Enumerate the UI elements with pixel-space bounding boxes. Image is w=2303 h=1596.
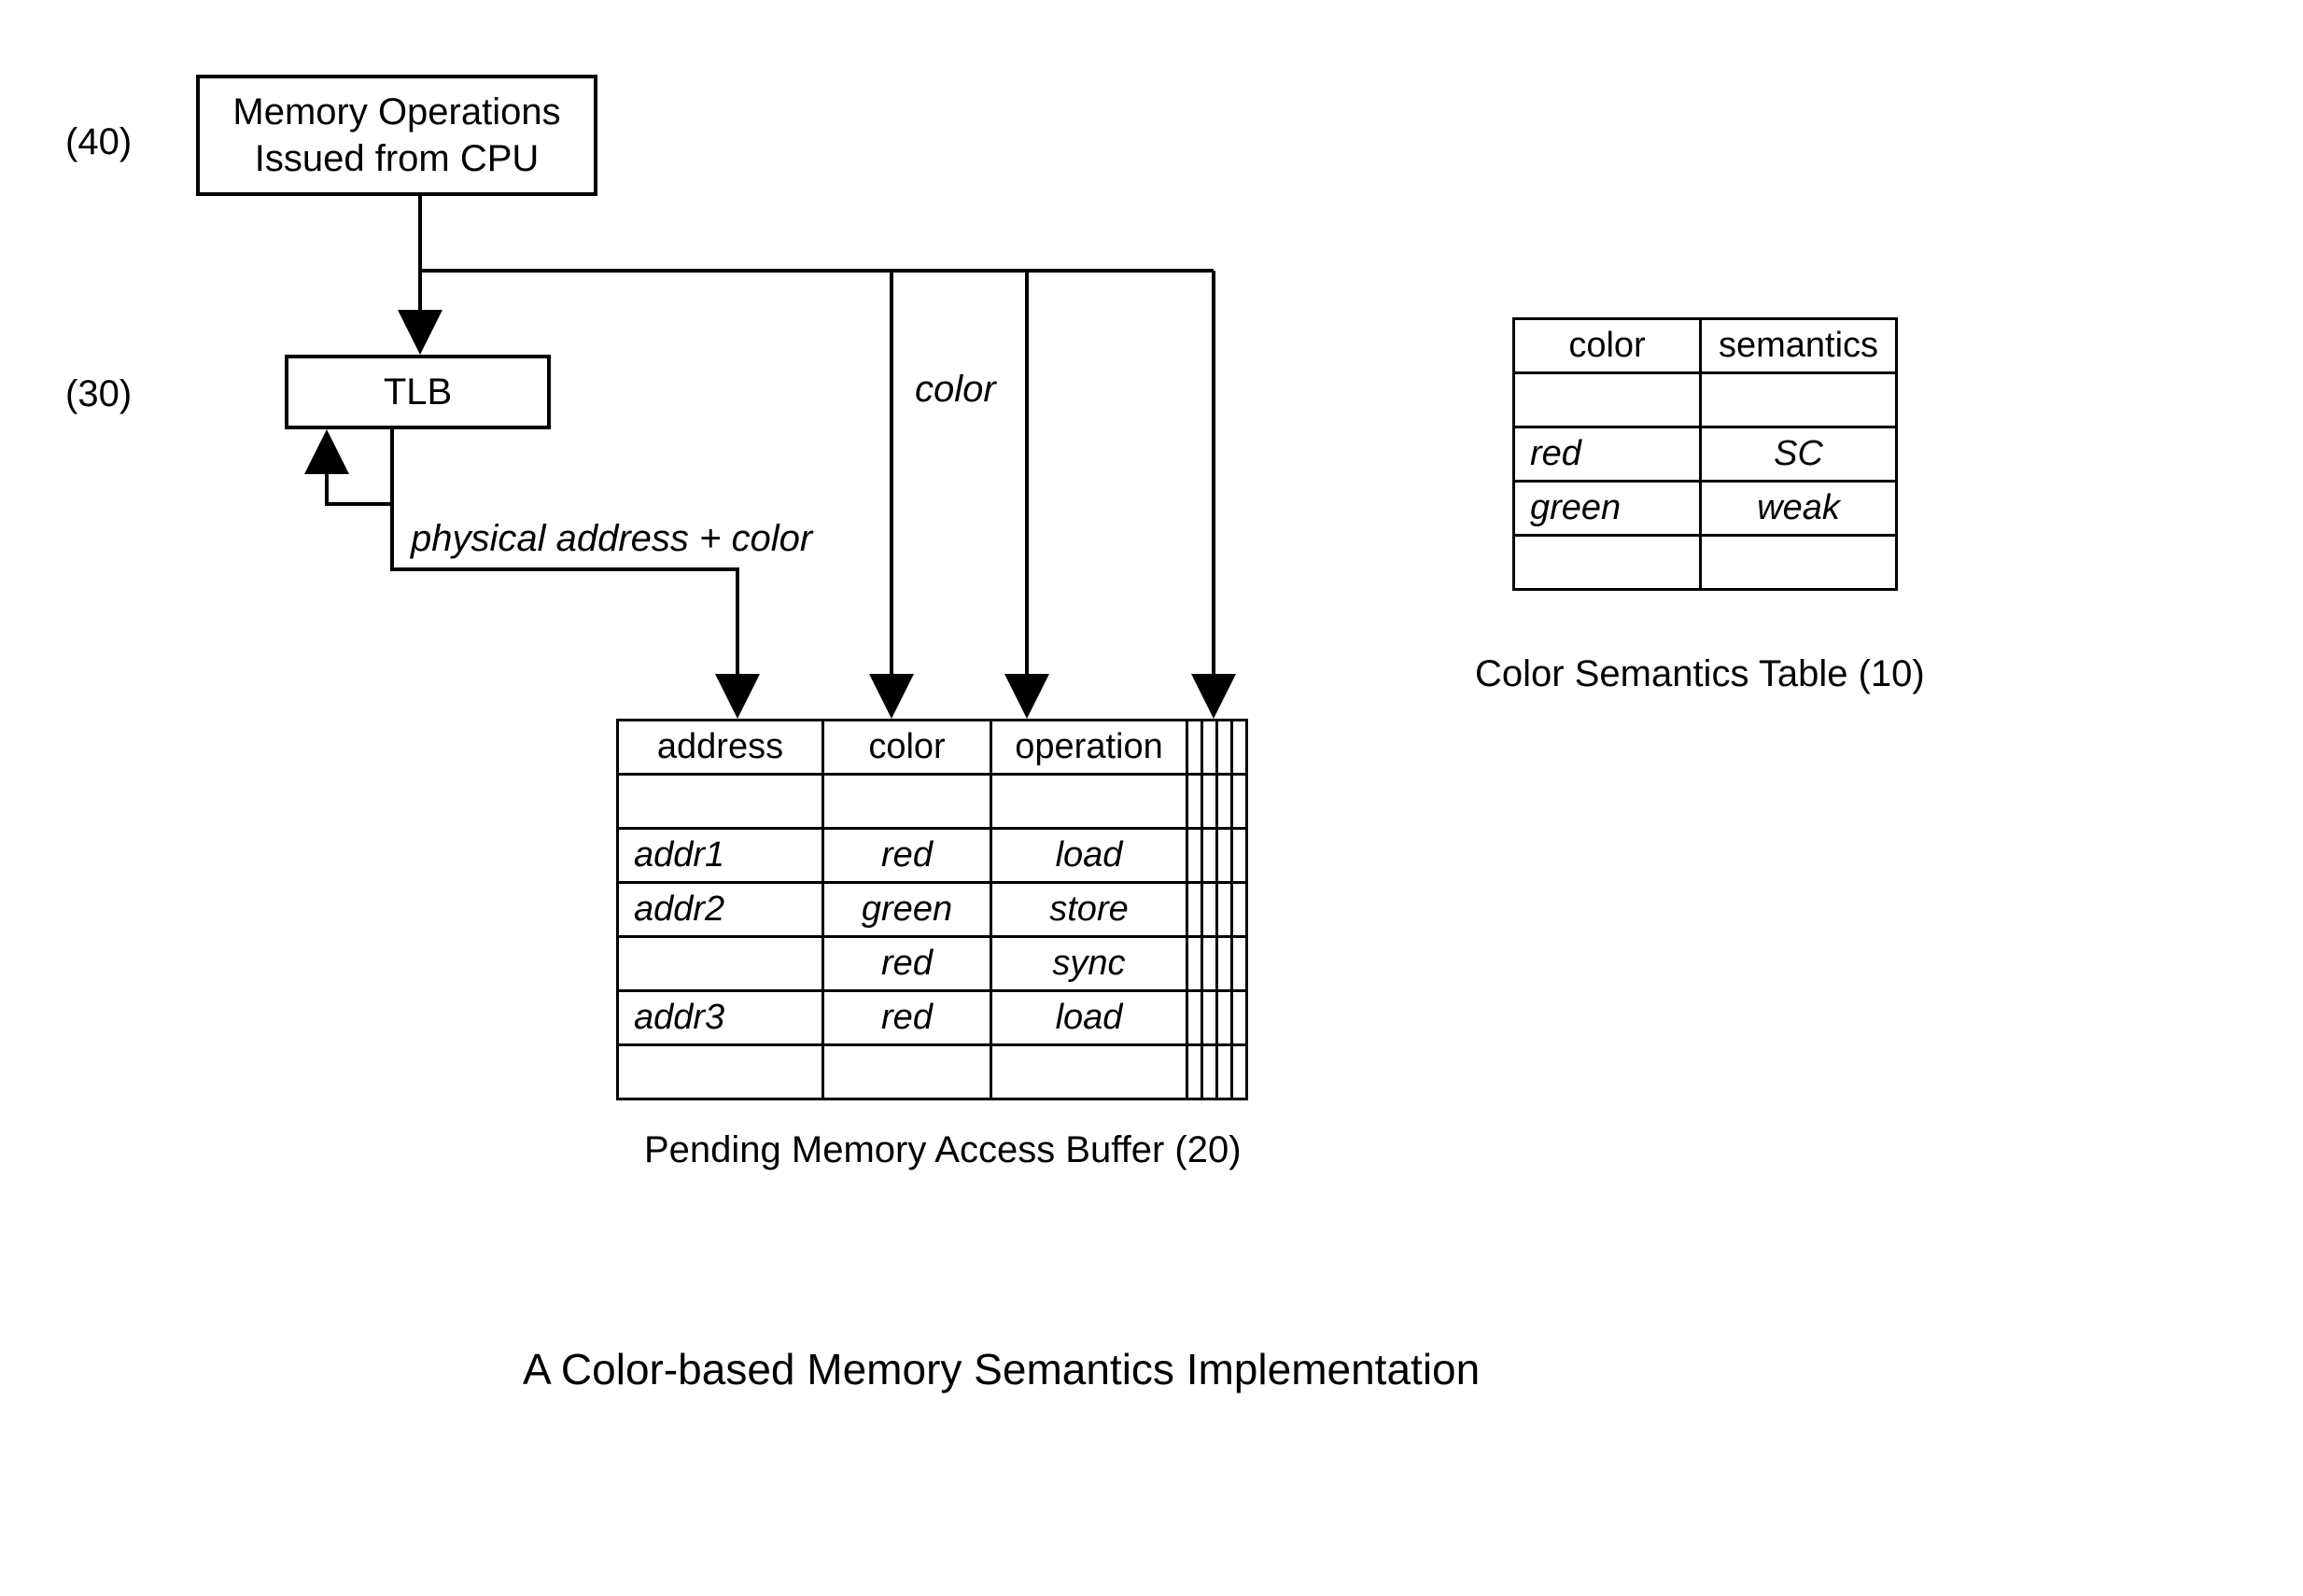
pmab-row: addr3redload bbox=[618, 991, 1247, 1045]
cell: weak bbox=[1701, 482, 1897, 536]
cell: load bbox=[991, 991, 1187, 1045]
cell: red bbox=[823, 937, 991, 991]
tlb-box: TLB bbox=[285, 355, 551, 429]
label-30: (30) bbox=[65, 373, 132, 415]
pmab-h-operation: operation bbox=[991, 721, 1187, 775]
cell bbox=[618, 937, 823, 991]
cst-row bbox=[1514, 373, 1897, 427]
pmab-row: addr1redload bbox=[618, 829, 1247, 883]
pmab-flag-col3 bbox=[1217, 721, 1232, 775]
cell: red bbox=[823, 829, 991, 883]
cell: sync bbox=[991, 937, 1187, 991]
pmab-flag-col4 bbox=[1232, 721, 1247, 775]
pmab-row: addr2greenstore bbox=[618, 883, 1247, 937]
pmab-row bbox=[618, 775, 1247, 829]
cst-table: color semantics redSC greenweak bbox=[1512, 317, 1898, 591]
cell bbox=[823, 775, 991, 829]
cpu-box: Memory Operations Issued from CPU bbox=[196, 75, 597, 196]
cell bbox=[991, 1045, 1187, 1099]
pmab-caption: Pending Memory Access Buffer (20) bbox=[644, 1129, 1242, 1171]
cell: store bbox=[991, 883, 1187, 937]
cst-row bbox=[1514, 536, 1897, 590]
label-40: (40) bbox=[65, 121, 132, 163]
cell: red bbox=[1514, 427, 1701, 482]
cell bbox=[1701, 373, 1897, 427]
pmab-flag-col2 bbox=[1202, 721, 1217, 775]
cell bbox=[1701, 536, 1897, 590]
cell: addr1 bbox=[618, 829, 823, 883]
figure-title: A Color-based Memory Semantics Implement… bbox=[523, 1344, 1480, 1394]
cpu-line2: Issued from CPU bbox=[255, 135, 540, 182]
cell bbox=[618, 1045, 823, 1099]
pmab-h-color: color bbox=[823, 721, 991, 775]
cst-h-semantics: semantics bbox=[1701, 319, 1897, 373]
cell bbox=[823, 1045, 991, 1099]
cell bbox=[1514, 373, 1701, 427]
cell bbox=[1514, 536, 1701, 590]
tlb-label: TLB bbox=[384, 369, 452, 415]
phys-addr-label: physical address + color bbox=[411, 518, 812, 560]
cell: green bbox=[823, 883, 991, 937]
cst-header-row: color semantics bbox=[1514, 319, 1897, 373]
cell: addr3 bbox=[618, 991, 823, 1045]
cell bbox=[991, 775, 1187, 829]
pmab-row bbox=[618, 1045, 1247, 1099]
cst-row: redSC bbox=[1514, 427, 1897, 482]
color-arrow-label: color bbox=[915, 369, 996, 411]
cell bbox=[618, 775, 823, 829]
cell: load bbox=[991, 829, 1187, 883]
cell: addr2 bbox=[618, 883, 823, 937]
cell: SC bbox=[1701, 427, 1897, 482]
pmab-h-address: address bbox=[618, 721, 823, 775]
pmab-flag-col1 bbox=[1187, 721, 1202, 775]
cst-h-color: color bbox=[1514, 319, 1701, 373]
cell: green bbox=[1514, 482, 1701, 536]
cell: red bbox=[823, 991, 991, 1045]
cst-row: greenweak bbox=[1514, 482, 1897, 536]
cpu-line1: Memory Operations bbox=[232, 89, 560, 135]
pmab-table: address color operation addr1redload add… bbox=[616, 719, 1248, 1100]
pmab-row: redsync bbox=[618, 937, 1247, 991]
pmab-header-row: address color operation bbox=[618, 721, 1247, 775]
cst-caption: Color Semantics Table (10) bbox=[1475, 653, 1925, 695]
